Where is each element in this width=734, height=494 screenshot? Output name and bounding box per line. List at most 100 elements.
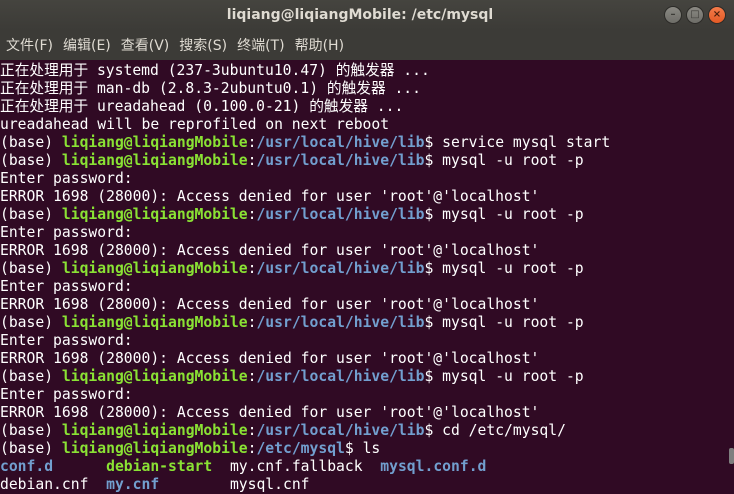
scrollbar[interactable] [729,448,734,464]
path-text: /usr/local/hive/lib [256,422,425,439]
path-text: mysql.conf.d [380,458,487,475]
output-text: 正在处理用于 man-db (2.8.3-2ubuntu0.1) 的触发器 ..… [0,80,421,97]
output-text: (base) [0,368,62,385]
terminal-line: Enter password: [0,224,728,242]
output-text: (base) [0,134,62,151]
prompt-user-host: liqiang@liqiangMobile [61,152,248,169]
output-text: Enter password: [0,332,133,349]
prompt-user-host: liqiang@liqiangMobile [61,260,248,277]
output-text: (base) [0,422,62,439]
output-text: $ mysql -u root -p [424,314,584,331]
output-text: Enter password: [0,170,133,187]
terminal-line: debian.cnf my.cnf mysql.cnf [0,476,728,494]
terminal-line: conf.d debian-start my.cnf.fallback mysq… [0,458,728,476]
output-text: $ service mysql start [424,134,611,151]
output-text: $ mysql -u root -p [424,206,584,223]
path-text: /usr/local/hive/lib [256,206,425,223]
output-text: my.cnf.fallback [229,458,363,475]
output-text: (base) [0,206,62,223]
maximize-icon: □ [690,9,700,20]
prompt-user-host: liqiang@liqiangMobile [61,206,248,223]
terminal-line: (base) liqiang@liqiangMobile:/usr/local/… [0,314,728,332]
path-text: /usr/local/hive/lib [256,152,425,169]
prompt-user-host: liqiang@liqiangMobile [61,368,248,385]
terminal-line: Enter password: [0,332,728,350]
output-text: Enter password: [0,224,133,241]
path-text: conf.d [0,458,54,475]
output-text: ERROR 1698 (28000): Access denied for us… [0,350,540,367]
window-title: liqiang@liqiangMobile: /etc/mysql [226,7,494,23]
terminal-line: (base) liqiang@liqiangMobile:/usr/local/… [0,368,728,386]
terminal-line: 正在处理用于 systemd (237-3ubuntu10.47) 的触发器 .… [0,62,728,80]
terminal-line: (base) liqiang@liqiangMobile:/usr/local/… [0,422,728,440]
minimize-button[interactable]: – [664,6,682,24]
output-text: 正在处理用于 ureadahead (0.100.0-21) 的触发器 ... [0,98,404,115]
close-icon: × [712,9,722,20]
terminal-line: 正在处理用于 ureadahead (0.100.0-21) 的触发器 ... [0,98,728,116]
terminal-line: 正在处理用于 man-db (2.8.3-2ubuntu0.1) 的触发器 ..… [0,80,728,98]
output-text: (base) [0,440,62,457]
prompt-user-host: debian-start [106,458,213,475]
terminal-line: (base) liqiang@liqiangMobile:/usr/local/… [0,152,728,170]
menu-edit[interactable]: 编辑(E) [63,35,111,55]
output-text: (base) [0,260,62,277]
menu-terminal[interactable]: 终端(T) [237,35,284,55]
path-text: my.cnf [106,476,160,493]
minimize-icon: – [670,9,676,20]
output-text: debian.cnf [0,476,89,493]
menu-bar: 文件(F) 编辑(E) 查看(V) 搜索(S) 终端(T) 帮助(H) [0,30,734,60]
output-text: $ mysql -u root -p [424,152,584,169]
terminal-line: Enter password: [0,386,728,404]
menu-file[interactable]: 文件(F) [6,35,53,55]
terminal-line: ureadahead will be reprofiled on next re… [0,116,728,134]
terminal-line: (base) liqiang@liqiangMobile:/usr/local/… [0,134,728,152]
output-text: (base) [0,314,62,331]
prompt-user-host: liqiang@liqiangMobile [61,314,248,331]
output-text: 正在处理用于 systemd (237-3ubuntu10.47) 的触发器 .… [0,62,430,79]
terminal-line: ERROR 1698 (28000): Access denied for us… [0,188,728,206]
output-text: ERROR 1698 (28000): Access denied for us… [0,404,540,421]
output-text: ERROR 1698 (28000): Access denied for us… [0,188,540,205]
path-text: /usr/local/hive/lib [256,134,425,151]
output-text: ERROR 1698 (28000): Access denied for us… [0,242,540,259]
menu-view[interactable]: 查看(V) [121,35,170,55]
terminal-line: ERROR 1698 (28000): Access denied for us… [0,404,728,422]
terminal-line: Enter password: [0,278,728,296]
terminal-line: Enter password: [0,170,728,188]
output-text: Enter password: [0,278,133,295]
output-text: $ mysql -u root -p [424,260,584,277]
output-text: ERROR 1698 (28000): Access denied for us… [0,296,540,313]
terminal-line: (base) liqiang@liqiangMobile:/etc/mysql$… [0,440,728,458]
window-controls: – □ × [664,6,726,24]
terminal-output[interactable]: 正在处理用于 systemd (237-3ubuntu10.47) 的触发器 .… [0,62,728,494]
path-text: /usr/local/hive/lib [256,368,425,385]
output-text: Enter password: [0,386,133,403]
terminal-line: ERROR 1698 (28000): Access denied for us… [0,350,728,368]
path-text: /usr/local/hive/lib [256,314,425,331]
output-text: $ ls [344,440,381,457]
close-button[interactable]: × [708,6,726,24]
terminal-line: (base) liqiang@liqiangMobile:/usr/local/… [0,260,728,278]
output-text: (base) [0,152,62,169]
path-text: /etc/mysql [256,440,345,457]
terminal-line: (base) liqiang@liqiangMobile:/usr/local/… [0,206,728,224]
path-text: /usr/local/hive/lib [256,260,425,277]
output-text: ureadahead will be reprofiled on next re… [0,116,390,133]
terminal-line: ERROR 1698 (28000): Access denied for us… [0,296,728,314]
menu-search[interactable]: 搜索(S) [179,35,227,55]
maximize-button[interactable]: □ [686,6,704,24]
menu-help[interactable]: 帮助(H) [295,35,344,55]
prompt-user-host: liqiang@liqiangMobile [61,134,248,151]
output-text: mysql.cnf [229,476,310,493]
terminal-window: liqiang@liqiangMobile: /etc/mysql – □ × … [0,0,734,494]
output-text: $ cd /etc/mysql/ [424,422,566,439]
prompt-user-host: liqiang@liqiangMobile [61,440,248,457]
output-text: $ mysql -u root -p [424,368,584,385]
title-bar[interactable]: liqiang@liqiangMobile: /etc/mysql – □ × [0,0,734,30]
terminal-line: ERROR 1698 (28000): Access denied for us… [0,242,728,260]
